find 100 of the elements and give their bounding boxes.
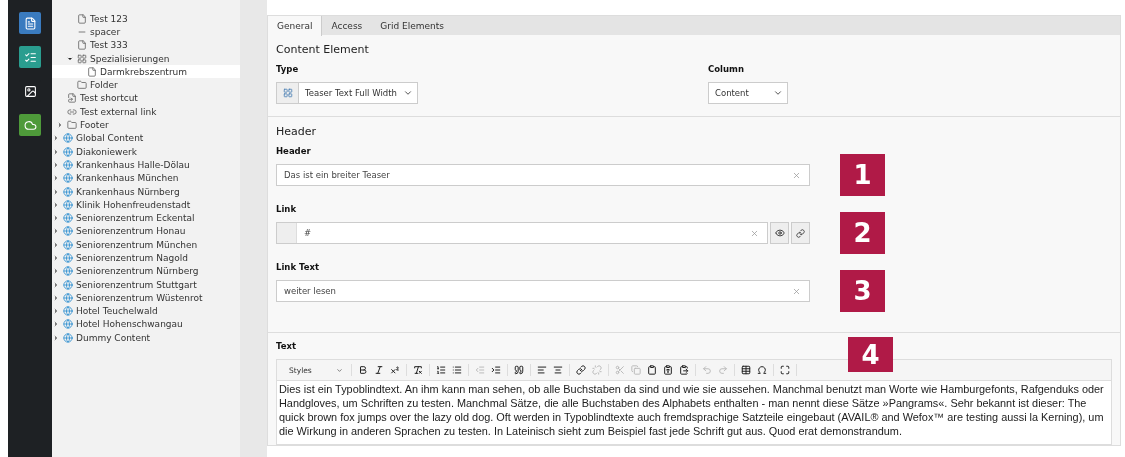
tree-item[interactable]: Test 333 [52, 38, 240, 52]
globe-icon [63, 266, 73, 277]
tree-item[interactable]: Krankenhaus München [52, 171, 240, 185]
collapsed-arrow-icon[interactable] [52, 280, 60, 289]
dropdown-icon [773, 88, 783, 98]
tree-item[interactable]: Seniorenzentrum Nagold [52, 251, 240, 265]
step-number-badge: 3 [840, 270, 885, 312]
cloud-icon [23, 118, 37, 132]
collapsed-arrow-icon[interactable] [52, 147, 60, 156]
globe-icon [63, 306, 73, 317]
collapsed-arrow-icon[interactable] [52, 134, 60, 143]
link-button[interactable] [574, 362, 588, 378]
tree-item[interactable]: Klinik Hohenfreudenstadt [52, 198, 240, 212]
tree-item[interactable]: spacer [52, 25, 240, 39]
link-wizard-button[interactable] [770, 222, 789, 244]
tree-item[interactable]: Seniorenzentrum Honau [52, 224, 240, 239]
image-icon [23, 84, 37, 98]
content-type-icon [282, 88, 293, 98]
input-field[interactable]: # [276, 222, 768, 244]
collapsed-arrow-icon[interactable] [52, 254, 60, 262]
tree-item[interactable]: Darmkrebszentrum [52, 65, 240, 79]
quote-icon [514, 365, 524, 375]
clear-icon[interactable] [792, 170, 801, 180]
cut-icon [615, 365, 625, 375]
tree-item[interactable]: Seniorenzentrum Stuttgart [52, 277, 240, 292]
clear-icon[interactable] [750, 228, 759, 238]
tree-item[interactable]: Test 123 [52, 12, 240, 26]
tree-item[interactable]: Footer [52, 118, 240, 132]
tree-item[interactable]: Hotel Teuchelwald [52, 304, 240, 318]
collapsed-arrow-icon[interactable] [52, 267, 60, 276]
collapsed-arrow-icon[interactable] [56, 121, 64, 129]
link-button[interactable] [791, 222, 810, 244]
collapsed-arrow-icon[interactable] [52, 160, 60, 169]
tree-item[interactable]: Global Content [52, 131, 240, 145]
tree-item[interactable]: Folder [52, 78, 240, 92]
dropdown-icon [336, 366, 343, 374]
tree-item[interactable]: Seniorenzentrum Nürnberg [52, 264, 240, 278]
step-number-badge: 1 [840, 154, 885, 196]
paste-word-button[interactable] [677, 362, 691, 378]
tree-item[interactable]: Seniorenzentrum Wüstenrot [52, 291, 240, 305]
input-field[interactable]: weiter lesen [276, 280, 810, 302]
dropdown-icon [402, 88, 413, 98]
collapsed-arrow-icon[interactable] [52, 187, 60, 196]
tree-item[interactable]: Seniorenzentrum Eckental [52, 211, 240, 225]
column-select[interactable]: Content [708, 82, 788, 104]
collapsed-arrow-icon[interactable] [52, 240, 60, 249]
tree-item[interactable]: Spezialisierungen [52, 51, 240, 66]
globe-icon [63, 173, 73, 184]
page-icon [23, 16, 37, 30]
globe-icon [63, 239, 73, 250]
collapsed-arrow-icon[interactable] [52, 227, 60, 236]
collapsed-arrow-icon[interactable] [52, 320, 60, 329]
tree-item[interactable]: Test external link [52, 105, 240, 119]
rich-text-editor[interactable]: Dies ist ein Typoblindtext. An ihm kann man sehen, ob alle Buchstaben da sind und wie sie aussehen. Manchmal benutzt man Worte wie Hamburgefonts, Rafgenduks oder Handgloves, um Schriften zu testen. Manchmal Sätze, die alle Buchstaben des Alphabets enthalten - man nennt diese Sätze »Pangrams«. Sehr bekannt ist dieser: The quick brown fox jumps over the lazy old dog. Oft werden in Typoblindtexte auch fremdsprachige Satzteile eingebaut (AVAIL® and Wefox™ are testing aussi la Kerning), um die Wirkung in anderen Sprachen zu testen. In Lateinisch sieht zum Beispiel fast jede Schrift gut aus. Quod erat demonstrandum. [276, 381, 1112, 445]
field-label: Link Text [276, 262, 320, 272]
tree-item[interactable]: Krankenhaus Nürnberg [52, 184, 240, 199]
type-select[interactable]: Teaser Text Full Width [276, 82, 418, 104]
special-char-icon [757, 365, 767, 375]
copy-icon [631, 365, 641, 375]
globe-icon [63, 279, 73, 290]
eye-icon [774, 228, 785, 238]
collapsed-arrow-icon[interactable] [52, 174, 60, 183]
section-title: Header [276, 125, 318, 138]
paste-text-button[interactable] [661, 362, 675, 378]
globe-icon [63, 332, 73, 343]
globe-icon [63, 253, 73, 263]
outdent-icon [475, 365, 485, 375]
link-icon [576, 365, 586, 375]
indent-icon [491, 365, 501, 375]
globe-icon [63, 226, 73, 237]
tree-item[interactable]: Krankenhaus Halle-Dölau [52, 158, 240, 172]
maximize-icon [780, 365, 790, 375]
collapsed-arrow-icon[interactable] [52, 293, 60, 302]
tab[interactable]: General [268, 16, 323, 36]
globe-icon [63, 146, 73, 157]
link-icon [67, 106, 77, 117]
globe-icon [63, 292, 73, 303]
globe-icon [63, 159, 73, 170]
tab[interactable]: Access [322, 16, 372, 36]
clear-icon[interactable] [792, 286, 801, 296]
collapsed-arrow-icon[interactable] [52, 214, 60, 223]
collapsed-arrow-icon[interactable] [52, 200, 60, 209]
tree-item[interactable]: Seniorenzentrum München [52, 238, 240, 252]
superscript-icon [390, 365, 400, 375]
tree-item[interactable]: Diakoniewerk [52, 144, 240, 159]
tab[interactable]: Grid Elements [371, 16, 453, 36]
paste-button[interactable] [645, 362, 659, 378]
page-icon [87, 66, 97, 77]
list-icon [23, 50, 37, 64]
italic-icon [374, 365, 384, 375]
folder-icon [77, 80, 87, 91]
field-label: Link [276, 204, 298, 214]
collapsed-arrow-icon[interactable] [52, 307, 60, 316]
collapsed-arrow-icon[interactable] [52, 333, 60, 342]
ordered-list-icon [436, 365, 446, 375]
tree-item[interactable]: Dummy Content [52, 331, 240, 345]
bullet-list-icon [452, 365, 462, 375]
tree-item[interactable]: Hotel Hohenschwangau [52, 317, 240, 332]
tree-item[interactable]: Test shortcut [52, 91, 240, 106]
input-field[interactable]: Das ist ein breiter Teaser [276, 164, 810, 186]
